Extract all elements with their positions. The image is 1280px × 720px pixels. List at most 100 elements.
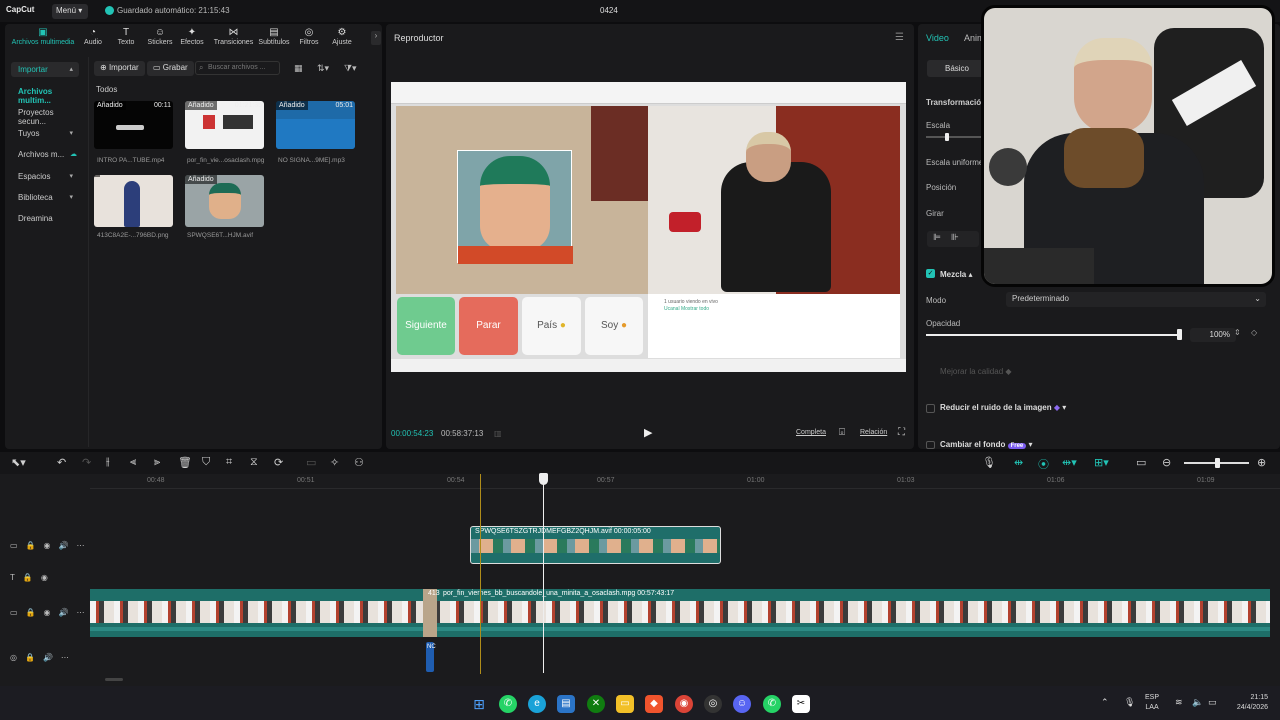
link-icon[interactable]: ⇹ (1014, 456, 1023, 469)
next-button[interactable]: Siguiente (397, 297, 455, 355)
grid-view-icon[interactable]: ▦ (294, 63, 303, 74)
sidebar-item-import[interactable]: Importar ▴ (11, 62, 79, 77)
track-controls-overlay[interactable]: ▭🔒◉🔊⋯ (10, 541, 92, 550)
redo-icon[interactable]: ↷ (82, 456, 91, 469)
bg-checkbox[interactable] (926, 441, 935, 449)
import-button[interactable]: ⊕ Importar (94, 61, 145, 76)
me-button[interactable]: Soy ● (585, 297, 643, 355)
media-thumb-1[interactable]: Añadido 00:11 (94, 101, 173, 149)
menu-button[interactable]: Menú ▾ (52, 4, 88, 19)
shield-icon[interactable]: ⛉ (202, 456, 210, 469)
magic-icon[interactable]: ✧ (330, 456, 339, 469)
edge-icon[interactable]: e (528, 695, 546, 713)
track-controls-text[interactable]: T🔒◉ (10, 573, 56, 582)
record-button[interactable]: ▭ Grabar (147, 61, 194, 76)
tab-audio[interactable]: ◔ Audio (82, 27, 104, 46)
brave-icon[interactable]: ◆ (645, 695, 663, 713)
language-indicator[interactable]: ESP LAA (1145, 693, 1159, 713)
opacity-slider-handle[interactable] (1177, 329, 1182, 340)
whatsapp-business-icon[interactable]: ✆ (763, 695, 781, 713)
microphone-icon[interactable]: 🎙 (982, 456, 996, 469)
align-buttons[interactable]: ⊫⊪ (927, 231, 979, 247)
track-controls-main[interactable]: ▭🔒◉🔊⋯ (10, 608, 92, 617)
tab-media[interactable]: ▣ Archivos multimedia (8, 27, 78, 46)
country-button[interactable]: País ● (522, 297, 581, 355)
freeze-icon[interactable]: ▭ (306, 456, 316, 469)
blend-checkbox[interactable]: ✓ (926, 269, 935, 278)
sidebar-item-subprojects[interactable]: Proyectos secun... (11, 105, 83, 126)
track-controls-audio[interactable]: ◎🔒🔊⋯ (10, 653, 77, 662)
zoom-slider-handle[interactable] (1215, 458, 1220, 468)
sidebar-item-yours[interactable]: Tuyos ▾ (11, 126, 79, 141)
main-clip[interactable] (90, 589, 1270, 637)
tab-filters[interactable]: ◎ Filtros (297, 27, 321, 46)
crop-icon[interactable]: ⌗ (226, 456, 232, 469)
split-right-icon[interactable]: ⫸ (154, 456, 160, 469)
windows-start-icon[interactable]: ⊞ (470, 695, 488, 713)
opacity-slider[interactable] (926, 334, 1180, 336)
rotate-icon[interactable]: ⟳ (274, 456, 283, 469)
tab-adjust[interactable]: ⚙ Ajuste (330, 27, 354, 46)
ratio-button[interactable]: Relación (860, 429, 887, 436)
media-thumb-5[interactable]: Añadido (185, 175, 264, 227)
search-input[interactable]: ⌕ Buscar archivos ... (195, 61, 280, 75)
play-icon[interactable]: ▶ (644, 426, 652, 439)
select-tool-icon[interactable]: ⬉▾ (11, 456, 26, 469)
opacity-input[interactable]: 100% (1190, 328, 1236, 342)
sidebar-item-library[interactable]: Biblioteca ▾ (11, 190, 79, 205)
sort-icon[interactable]: ⇅▾ (317, 63, 329, 74)
delete-icon[interactable]: 🗑 (178, 456, 192, 469)
captions-toggle-icon[interactable]: ▭ (1136, 456, 1146, 469)
sidebar-item-files[interactable]: Archivos m... ☁ (11, 147, 83, 162)
undo-icon[interactable]: ↶ (57, 456, 66, 469)
tab-video[interactable]: Video (926, 33, 949, 43)
sidebar-item-spaces[interactable]: Espacios ▾ (11, 169, 79, 184)
tab-transitions[interactable]: ⋈ Transiciones (210, 27, 257, 46)
full-quality-button[interactable]: Completa (796, 429, 826, 436)
magnet-icon[interactable]: ⦿ (1038, 456, 1049, 472)
xbox-icon[interactable]: ✕ (587, 695, 605, 713)
speaker-icon[interactable]: 🔈 (1192, 697, 1203, 708)
battery-icon[interactable]: ▭ (1208, 697, 1217, 708)
folder-icon[interactable]: ▭ (616, 695, 634, 713)
snapshot-icon[interactable]: ⌻ (839, 427, 845, 438)
zoom-out-icon[interactable]: ⊖ (1162, 456, 1171, 469)
tab-stickers[interactable]: ☺ Stickers (144, 27, 176, 46)
microphone-icon[interactable]: 🎙 (1124, 697, 1135, 708)
timeline-icon[interactable]: ▥ (494, 429, 502, 438)
tab-effects[interactable]: ✦ Efectos (178, 27, 206, 46)
tabs-scroll-right[interactable]: › (371, 31, 381, 45)
filter-icon[interactable]: ⧩▾ (344, 63, 357, 74)
hamburger-icon[interactable]: ☰ (895, 32, 904, 43)
sidebar-item-dreamina[interactable]: Dreamina (11, 211, 83, 226)
split-left-icon[interactable]: ⫷ (130, 456, 136, 469)
stepper-icon[interactable]: ⇕ (1234, 328, 1241, 337)
clock[interactable]: 21:15 24/4/2026 (1228, 693, 1268, 713)
whatsapp-icon[interactable]: ✆ (499, 695, 517, 713)
fullscreen-icon[interactable]: ⛶ (898, 427, 905, 438)
scale-slider[interactable] (926, 136, 984, 138)
chrome-icon[interactable]: ◉ (675, 695, 693, 713)
media-thumb-4[interactable] (94, 175, 173, 227)
tab-captions[interactable]: ▤ Subtítulos (257, 27, 291, 46)
playhead-handle[interactable] (539, 473, 548, 485)
timeline[interactable] (0, 474, 1280, 686)
mode-select[interactable]: Predeterminado ⌄ (1006, 292, 1266, 307)
media-thumb-3[interactable]: Añadido 05:01 (276, 101, 355, 149)
timeline-scrollbar[interactable] (105, 678, 123, 681)
scale-slider-handle[interactable] (945, 133, 949, 141)
noise-checkbox[interactable] (926, 404, 935, 413)
split-icon[interactable]: ⫲ (106, 456, 110, 469)
chevron-up-icon[interactable]: ⌃ (1101, 697, 1109, 708)
media-thumb-2[interactable]: Añadido 01:21:35 (185, 101, 264, 149)
keyframe-icon[interactable]: ◇ (1251, 328, 1257, 337)
obs-icon[interactable]: ◎ (704, 695, 722, 713)
preview-axis-icon[interactable]: ⊞▾ (1094, 456, 1109, 469)
video-preview[interactable]: Siguiente Parar País ● Soy ● 1 usuario v… (391, 82, 906, 372)
zoom-in-icon[interactable]: ⊕ (1257, 456, 1266, 469)
discord-icon[interactable]: ☺ (733, 695, 751, 713)
snap-icon[interactable]: ⇹▾ (1062, 456, 1077, 469)
capcut-icon[interactable]: ✂ (792, 695, 810, 713)
wifi-icon[interactable]: ≋ (1175, 697, 1183, 708)
improve-quality-label[interactable]: Mejorar la calidad ◆ (940, 367, 1012, 376)
